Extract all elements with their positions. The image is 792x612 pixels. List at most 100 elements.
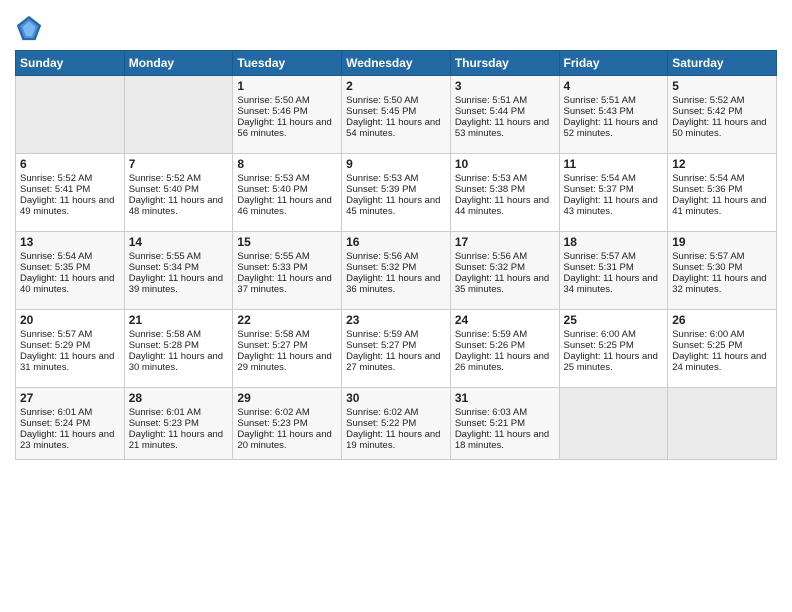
week-row-5: 27Sunrise: 6:01 AMSunset: 5:24 PMDayligh… bbox=[16, 388, 777, 460]
sunrise: Sunrise: 5:53 AM bbox=[346, 173, 418, 184]
sunset: Sunset: 5:27 PM bbox=[346, 340, 416, 351]
sunrise: Sunrise: 5:52 AM bbox=[129, 173, 201, 184]
daylight: Daylight: 11 hours and 53 minutes. bbox=[455, 117, 549, 139]
sunrise: Sunrise: 5:53 AM bbox=[455, 173, 527, 184]
sunrise: Sunrise: 5:58 AM bbox=[237, 329, 309, 340]
sunset: Sunset: 5:22 PM bbox=[346, 418, 416, 429]
day-cell: 7Sunrise: 5:52 AMSunset: 5:40 PMDaylight… bbox=[124, 154, 233, 232]
sunrise: Sunrise: 5:59 AM bbox=[455, 329, 527, 340]
day-number: 12 bbox=[672, 157, 772, 171]
sunrise: Sunrise: 5:54 AM bbox=[672, 173, 744, 184]
sunrise: Sunrise: 5:51 AM bbox=[564, 95, 636, 106]
sunrise: Sunrise: 5:52 AM bbox=[20, 173, 92, 184]
daylight: Daylight: 11 hours and 43 minutes. bbox=[564, 195, 658, 217]
daylight: Daylight: 11 hours and 25 minutes. bbox=[564, 351, 658, 373]
daylight: Daylight: 11 hours and 23 minutes. bbox=[20, 429, 114, 451]
daylight: Daylight: 11 hours and 56 minutes. bbox=[237, 117, 331, 139]
day-cell bbox=[668, 388, 777, 460]
daylight: Daylight: 11 hours and 19 minutes. bbox=[346, 429, 440, 451]
daylight: Daylight: 11 hours and 52 minutes. bbox=[564, 117, 658, 139]
sunrise: Sunrise: 5:50 AM bbox=[346, 95, 418, 106]
header-tuesday: Tuesday bbox=[233, 51, 342, 76]
daylight: Daylight: 11 hours and 18 minutes. bbox=[455, 429, 549, 451]
day-cell: 15Sunrise: 5:55 AMSunset: 5:33 PMDayligh… bbox=[233, 232, 342, 310]
sunrise: Sunrise: 5:55 AM bbox=[129, 251, 201, 262]
sunset: Sunset: 5:32 PM bbox=[455, 262, 525, 273]
day-cell: 6Sunrise: 5:52 AMSunset: 5:41 PMDaylight… bbox=[16, 154, 125, 232]
header-row: Sunday Monday Tuesday Wednesday Thursday… bbox=[16, 51, 777, 76]
sunset: Sunset: 5:40 PM bbox=[237, 184, 307, 195]
sunset: Sunset: 5:40 PM bbox=[129, 184, 199, 195]
daylight: Daylight: 11 hours and 20 minutes. bbox=[237, 429, 331, 451]
day-cell: 4 Sunrise: 5:51 AMSunset: 5:43 PMDaylight… bbox=[559, 76, 668, 154]
day-cell: 17Sunrise: 5:56 AMSunset: 5:32 PMDayligh… bbox=[450, 232, 559, 310]
day-number: 8 bbox=[237, 157, 337, 171]
daylight: Daylight: 11 hours and 32 minutes. bbox=[672, 273, 766, 295]
day-number: 31 bbox=[455, 391, 555, 405]
day-cell: 8 Sunrise: 5:53 AMSunset: 5:40 PMDaylight… bbox=[233, 154, 342, 232]
day-cell: 29Sunrise: 6:02 AMSunset: 5:23 PMDayligh… bbox=[233, 388, 342, 460]
daylight: Daylight: 11 hours and 24 minutes. bbox=[672, 351, 766, 373]
day-number: 10 bbox=[455, 157, 555, 171]
daylight: Daylight: 11 hours and 37 minutes. bbox=[237, 273, 331, 295]
header bbox=[15, 10, 777, 42]
day-number: 9 bbox=[346, 157, 446, 171]
sunset: Sunset: 5:24 PM bbox=[20, 418, 90, 429]
header-monday: Monday bbox=[124, 51, 233, 76]
sunrise: Sunrise: 6:01 AM bbox=[129, 407, 201, 418]
day-number: 22 bbox=[237, 313, 337, 327]
day-number: 29 bbox=[237, 391, 337, 405]
sunrise: Sunrise: 5:57 AM bbox=[672, 251, 744, 262]
day-cell: 16Sunrise: 5:56 AMSunset: 5:32 PMDayligh… bbox=[342, 232, 451, 310]
day-cell: 3Sunrise: 5:51 AMSunset: 5:44 PMDaylight… bbox=[450, 76, 559, 154]
day-cell: 27Sunrise: 6:01 AMSunset: 5:24 PMDayligh… bbox=[16, 388, 125, 460]
day-number: 15 bbox=[237, 235, 337, 249]
day-cell: 11Sunrise: 5:54 AMSunset: 5:37 PMDayligh… bbox=[559, 154, 668, 232]
sunrise: Sunrise: 5:53 AM bbox=[237, 173, 309, 184]
sunrise: Sunrise: 5:57 AM bbox=[20, 329, 92, 340]
sunset: Sunset: 5:39 PM bbox=[346, 184, 416, 195]
daylight: Daylight: 11 hours and 41 minutes. bbox=[672, 195, 766, 217]
week-row-1: 1Sunrise: 5:50 AMSunset: 5:46 PMDaylight… bbox=[16, 76, 777, 154]
day-cell: 2Sunrise: 5:50 AMSunset: 5:45 PMDaylight… bbox=[342, 76, 451, 154]
sunset: Sunset: 5:46 PM bbox=[237, 106, 307, 117]
logo bbox=[15, 14, 47, 42]
day-number: 5 bbox=[672, 79, 772, 93]
sunset: Sunset: 5:41 PM bbox=[20, 184, 90, 195]
sunset: Sunset: 5:25 PM bbox=[672, 340, 742, 351]
day-cell: 25Sunrise: 6:00 AMSunset: 5:25 PMDayligh… bbox=[559, 310, 668, 388]
sunset: Sunset: 5:30 PM bbox=[672, 262, 742, 273]
sunset: Sunset: 5:23 PM bbox=[237, 418, 307, 429]
day-number: 3 bbox=[455, 79, 555, 93]
daylight: Daylight: 11 hours and 26 minutes. bbox=[455, 351, 549, 373]
daylight: Daylight: 11 hours and 27 minutes. bbox=[346, 351, 440, 373]
day-cell: 13Sunrise: 5:54 AMSunset: 5:35 PMDayligh… bbox=[16, 232, 125, 310]
daylight: Daylight: 11 hours and 40 minutes. bbox=[20, 273, 114, 295]
daylight: Daylight: 11 hours and 46 minutes. bbox=[237, 195, 331, 217]
daylight: Daylight: 11 hours and 54 minutes. bbox=[346, 117, 440, 139]
header-sunday: Sunday bbox=[16, 51, 125, 76]
sunrise: Sunrise: 5:54 AM bbox=[20, 251, 92, 262]
day-number: 21 bbox=[129, 313, 229, 327]
sunset: Sunset: 5:21 PM bbox=[455, 418, 525, 429]
day-cell: 5Sunrise: 5:52 AMSunset: 5:42 PMDaylight… bbox=[668, 76, 777, 154]
header-saturday: Saturday bbox=[668, 51, 777, 76]
day-cell: 28Sunrise: 6:01 AMSunset: 5:23 PMDayligh… bbox=[124, 388, 233, 460]
daylight: Daylight: 11 hours and 39 minutes. bbox=[129, 273, 223, 295]
day-cell: 23Sunrise: 5:59 AMSunset: 5:27 PMDayligh… bbox=[342, 310, 451, 388]
sunset: Sunset: 5:38 PM bbox=[455, 184, 525, 195]
daylight: Daylight: 11 hours and 34 minutes. bbox=[564, 273, 658, 295]
day-number: 4 bbox=[564, 79, 664, 93]
day-cell bbox=[559, 388, 668, 460]
daylight: Daylight: 11 hours and 44 minutes. bbox=[455, 195, 549, 217]
day-number: 6 bbox=[20, 157, 120, 171]
day-cell: 20Sunrise: 5:57 AMSunset: 5:29 PMDayligh… bbox=[16, 310, 125, 388]
sunset: Sunset: 5:27 PM bbox=[237, 340, 307, 351]
day-cell: 30Sunrise: 6:02 AMSunset: 5:22 PMDayligh… bbox=[342, 388, 451, 460]
sunrise: Sunrise: 5:57 AM bbox=[564, 251, 636, 262]
sunset: Sunset: 5:43 PM bbox=[564, 106, 634, 117]
day-number: 28 bbox=[129, 391, 229, 405]
page: Sunday Monday Tuesday Wednesday Thursday… bbox=[0, 0, 792, 612]
sunset: Sunset: 5:26 PM bbox=[455, 340, 525, 351]
day-number: 13 bbox=[20, 235, 120, 249]
